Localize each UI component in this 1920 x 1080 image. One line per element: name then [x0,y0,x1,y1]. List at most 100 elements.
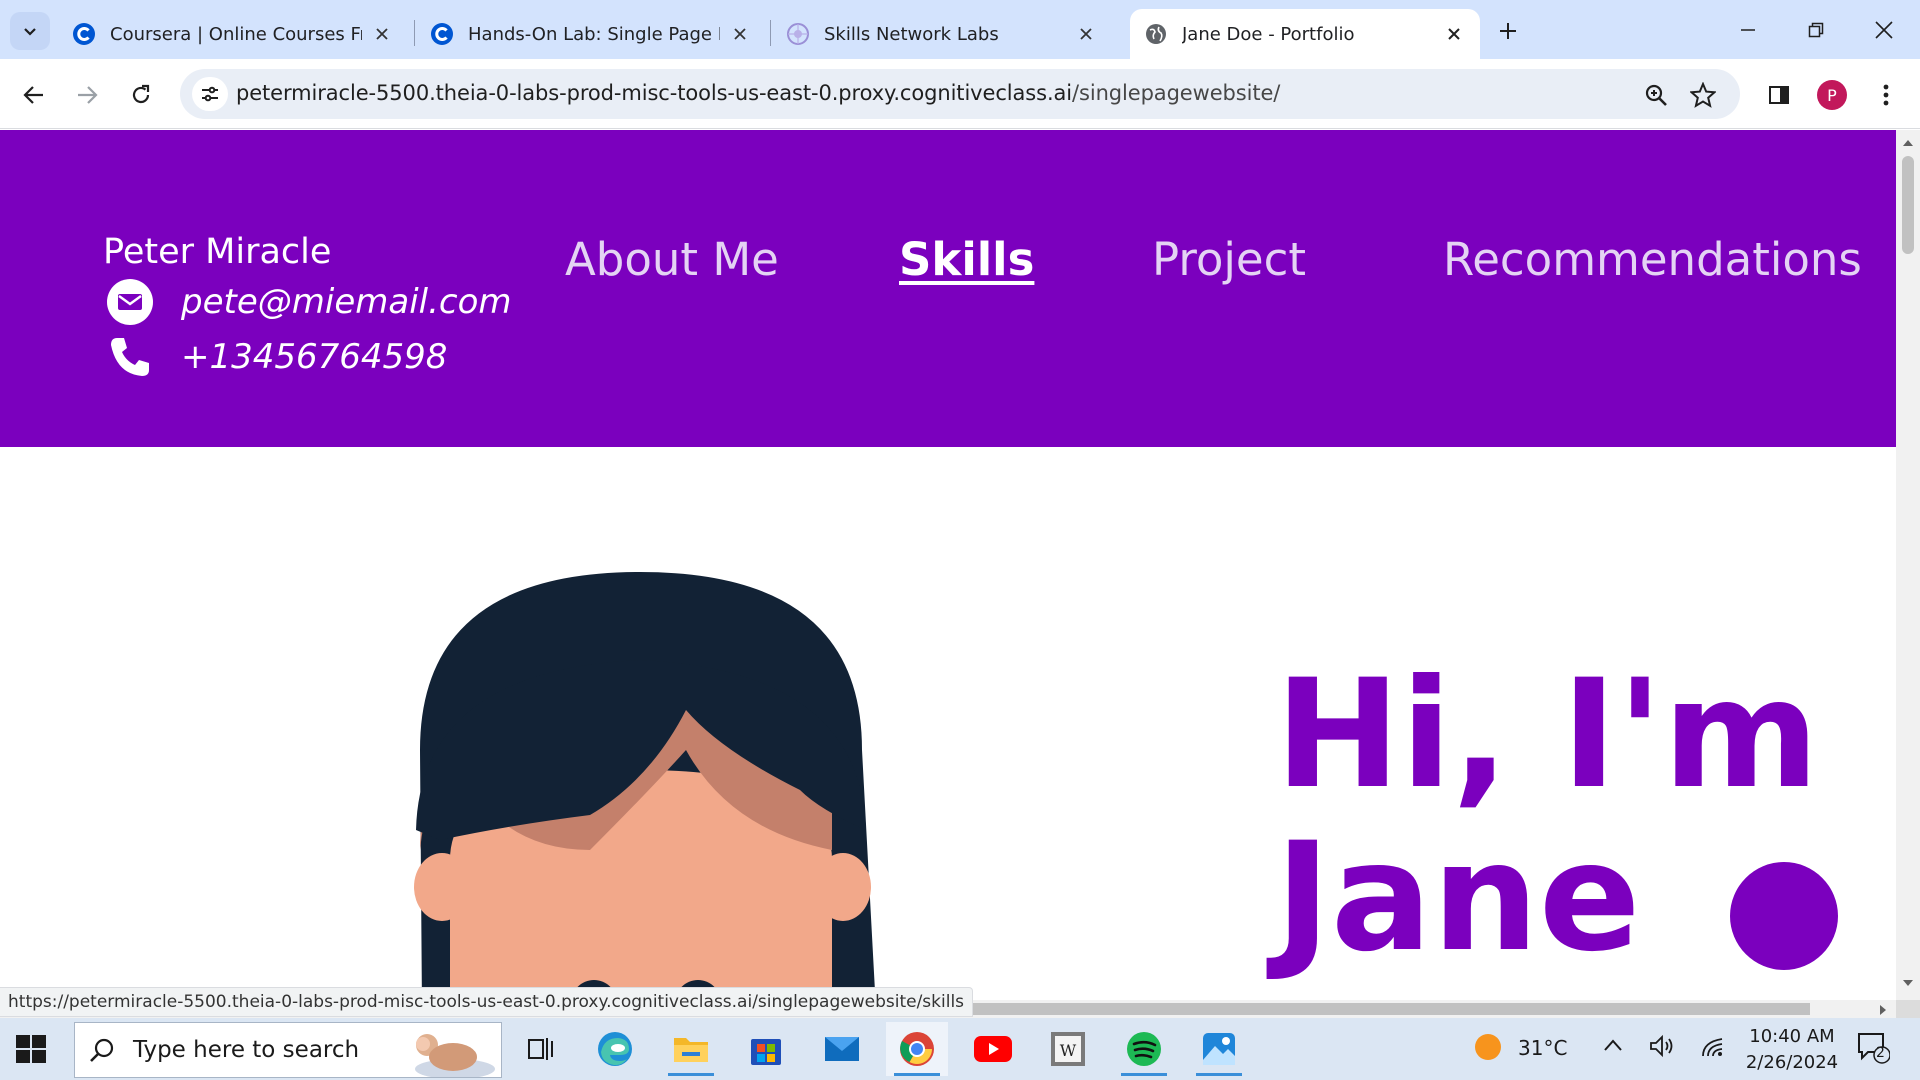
vertical-scrollbar[interactable] [1896,130,1920,1000]
chevron-up-icon [1604,1039,1622,1051]
task-view-icon [528,1038,553,1060]
tab-coursera[interactable]: Coursera | Online Courses From [58,9,408,59]
volume-button[interactable] [1649,1034,1675,1058]
nav-skills[interactable]: Skills [899,233,1034,286]
hero-dot [1730,862,1838,970]
minimize-icon [1741,29,1755,31]
star-icon [1690,82,1716,108]
youtube-app[interactable] [962,1022,1024,1076]
svg-text:W: W [1060,1041,1077,1060]
address-bar[interactable]: petermiracle-5500.theia-0-labs-prod-misc… [180,69,1740,119]
clock-time: 10:40 AM [1749,1026,1835,1047]
file-explorer-icon [674,1038,708,1062]
close-icon[interactable] [370,22,394,46]
scroll-right-icon[interactable] [1878,1004,1888,1016]
email-icon [106,278,154,326]
forward-button[interactable] [67,75,107,115]
photos-icon [1203,1033,1235,1065]
phone-icon [106,333,154,381]
bookmark-button[interactable] [1689,81,1717,109]
site-info-button[interactable] [192,77,228,111]
mail-app[interactable] [811,1022,873,1076]
close-icon[interactable] [1442,22,1466,46]
wikipedia-app[interactable]: W [1037,1022,1099,1076]
youtube-icon [974,1036,1012,1062]
tab-divider [770,20,771,46]
weather-widget[interactable] [1473,1032,1503,1062]
zoom-button[interactable] [1642,81,1670,109]
page-viewport: Peter Miracle pete@miemail.com +13456764… [0,130,1896,1000]
restore-button[interactable] [1792,8,1840,52]
email-text[interactable]: pete@miemail.com [181,282,512,322]
url-path: /singlepagewebsite/ [1072,81,1281,105]
close-window-button[interactable] [1860,8,1908,52]
side-panel-button[interactable] [1759,75,1799,115]
profile-avatar[interactable]: P [1817,80,1847,110]
scroll-thumb[interactable] [1902,156,1914,254]
spotify-app[interactable] [1113,1022,1175,1076]
hero-greeting: Hi, I'm [1275,648,1820,822]
notification-count: 2 [1876,1045,1885,1061]
sun-icon [1475,1034,1501,1060]
network-button[interactable] [1700,1034,1726,1058]
restore-icon [1808,22,1824,38]
weather-temperature[interactable]: 31°C [1518,1036,1567,1060]
notifications-button[interactable]: 2 [1856,1030,1890,1064]
tab-skills-network-labs[interactable]: Skills Network Labs [772,9,1112,59]
coursera-icon [431,23,453,45]
chrome-app[interactable] [886,1022,948,1076]
scroll-up-icon[interactable] [1902,138,1914,148]
chevron-down-icon [24,28,36,36]
phone-text[interactable]: +13456764598 [181,337,447,377]
file-explorer-app[interactable] [660,1022,722,1076]
clock-date: 2/26/2024 [1745,1052,1839,1073]
close-icon[interactable] [728,22,752,46]
phone-contact[interactable]: +13456764598 [106,333,447,381]
forward-arrow-icon [78,86,98,104]
url-text[interactable]: petermiracle-5500.theia-0-labs-prod-misc… [236,81,1280,105]
nav-recommendations[interactable]: Recommendations [1443,233,1862,286]
spotify-icon [1127,1032,1161,1066]
tab-title: Jane Doe - Portfolio [1182,23,1355,45]
nav-about-me[interactable]: About Me [565,233,779,286]
close-icon[interactable] [1074,22,1098,46]
minimize-button[interactable] [1724,8,1772,52]
reload-button[interactable] [121,75,161,115]
avatar-illustration [414,572,876,1000]
tune-icon [202,86,218,102]
tab-jane-doe-portfolio[interactable]: Jane Doe - Portfolio [1130,9,1480,59]
skills-network-icon [787,23,809,45]
tab-strip: Coursera | Online Courses From Hands-On … [0,0,1920,59]
scroll-down-icon[interactable] [1902,978,1914,988]
microsoft-store-icon [751,1039,781,1065]
nav-project[interactable]: Project [1152,233,1306,286]
windows-start-icon[interactable] [14,1032,48,1066]
taskbar-search[interactable]: Type here to search [74,1022,502,1078]
search-placeholder: Type here to search [133,1037,360,1063]
owner-name: Peter Miracle [103,232,332,272]
email-contact[interactable]: pete@miemail.com [106,278,512,326]
site-header: Peter Miracle pete@miemail.com +13456764… [0,130,1896,447]
system-clock[interactable]: 10:40 AM 2/26/2024 [1732,1024,1852,1076]
search-icon [90,1038,114,1062]
plus-icon [1500,23,1516,39]
side-panel-icon [1769,86,1789,104]
back-button[interactable] [14,75,54,115]
task-view-button[interactable] [510,1022,572,1076]
hero-name: Jane [1275,811,1641,985]
search-highlight-illustration [415,1034,495,1077]
tab-title: Skills Network Labs [824,23,999,45]
menu-button[interactable] [1866,75,1906,115]
tab-title: Hands-On Lab: Single Page Port [468,23,720,45]
photos-app[interactable] [1188,1022,1250,1076]
windows-taskbar: Type here to search W 31°C 10:40 AM 2/26… [0,1018,1920,1080]
tab-hands-on-lab[interactable]: Hands-On Lab: Single Page Port [416,9,766,59]
new-tab-button[interactable] [1490,14,1526,48]
zoom-icon [1645,84,1667,106]
tab-search-button[interactable] [10,12,50,50]
microsoft-store-app[interactable] [735,1022,797,1076]
tab-divider [414,20,415,46]
close-icon [1875,21,1893,39]
edge-app[interactable] [584,1022,646,1076]
show-hidden-icons-button[interactable] [1603,1038,1623,1052]
